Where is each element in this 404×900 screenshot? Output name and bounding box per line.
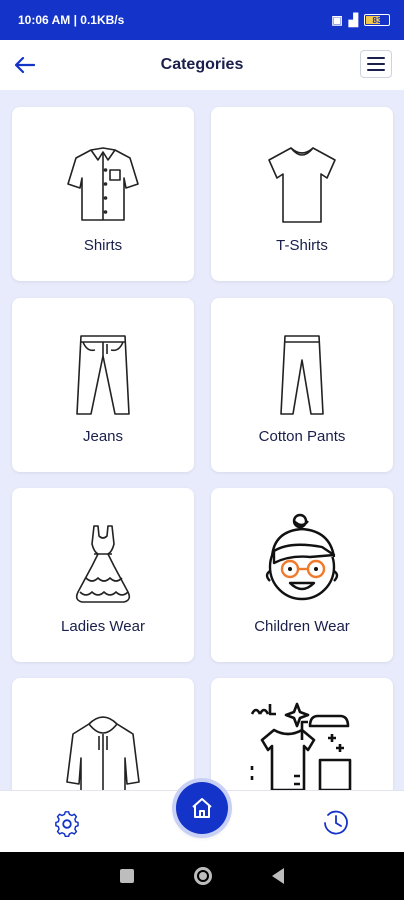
category-label: Cotton Pants: [258, 428, 346, 445]
system-nav-bar: [0, 852, 404, 900]
back-button[interactable]: [12, 52, 38, 78]
system-back-button[interactable]: [272, 868, 284, 884]
category-card-jeans[interactable]: Jeans: [12, 298, 194, 472]
sim-icon: ▣: [331, 13, 343, 27]
history-button[interactable]: [322, 809, 350, 837]
status-icons: ▣ ▟ 83: [331, 13, 390, 27]
status-bar: 10:06 AM | 0.1KB/s ▣ ▟ 83: [0, 0, 404, 40]
gear-icon: [55, 811, 79, 838]
jeans-icon: [76, 335, 130, 415]
category-card-shirts[interactable]: Shirts: [12, 107, 194, 281]
category-card-children-wear[interactable]: Children Wear: [211, 488, 393, 662]
app-bar: Categories: [0, 40, 404, 90]
battery-icon: 83: [364, 14, 390, 26]
category-label: T-Shirts: [276, 237, 328, 254]
home-icon: [192, 798, 212, 818]
signal-icon: ▟: [348, 13, 358, 27]
category-label: Ladies Wear: [61, 618, 145, 635]
child-face-icon: [265, 513, 339, 601]
arrow-left-icon: [15, 57, 35, 73]
page-title: Categories: [160, 56, 244, 73]
category-card-ladies-wear[interactable]: Ladies Wear: [12, 488, 194, 662]
category-card-hoodie[interactable]: [12, 678, 194, 790]
pants-icon: [280, 335, 324, 415]
category-label: Children Wear: [254, 618, 350, 635]
status-time: 10:06 AM | 0.1KB/s: [18, 13, 125, 27]
menu-button[interactable]: [360, 50, 392, 78]
category-grid: Shirts T-Shirts Jeans Cotton Pants Ladie…: [0, 90, 404, 790]
laundry-icon: [250, 702, 352, 790]
category-card-tshirts[interactable]: T-Shirts: [211, 107, 393, 281]
hoodie-icon: [66, 716, 140, 790]
category-card-cotton-pants[interactable]: Cotton Pants: [211, 298, 393, 472]
clock-icon: [324, 810, 348, 835]
category-label: Jeans: [82, 428, 124, 445]
category-card-laundry[interactable]: [211, 678, 393, 790]
recents-button[interactable]: [120, 869, 134, 883]
tshirt-icon: [268, 147, 336, 223]
category-label: Shirts: [83, 237, 123, 254]
system-home-button[interactable]: [194, 867, 212, 885]
battery-level: 83: [372, 15, 382, 25]
hamburger-menu-icon: [367, 57, 385, 59]
dress-icon: [75, 525, 131, 603]
settings-button[interactable]: [54, 811, 80, 838]
shirt-icon: [67, 147, 139, 221]
home-button[interactable]: [176, 782, 228, 834]
